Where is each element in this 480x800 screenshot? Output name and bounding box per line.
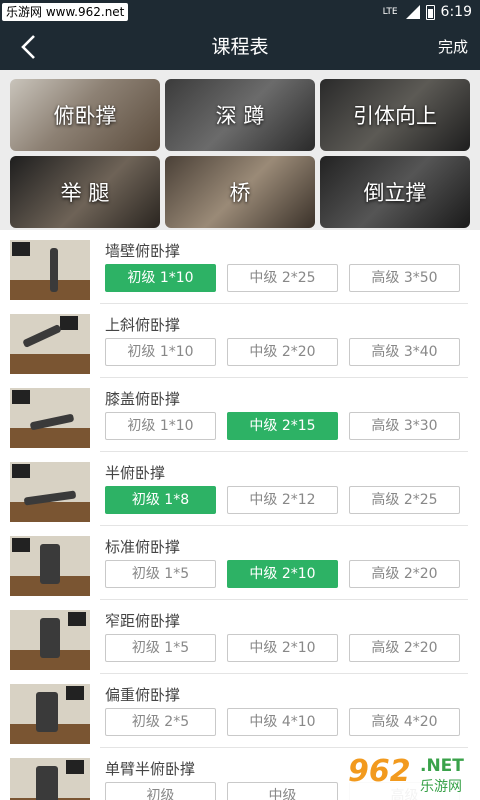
nav-bar: 课程表 完成 <box>0 24 480 70</box>
level-option-beginner[interactable]: 初级 1*10 <box>105 338 216 366</box>
exercise-name: 膝盖俯卧撑 <box>105 390 181 408</box>
category-tile-handstand[interactable]: 倒立撑 <box>320 156 470 228</box>
watermark-number: 962 <box>348 754 411 789</box>
level-option-advanced[interactable]: 高级 3*30 <box>349 412 460 440</box>
page-title: 课程表 <box>211 36 269 58</box>
level-option-intermediate[interactable]: 中级 <box>227 782 338 800</box>
list-item: 半俯卧撑 初级 1*8 中级 2*12 高级 2*25 <box>0 452 480 526</box>
level-option-beginner[interactable]: 初级 1*5 <box>105 560 216 588</box>
category-tile-bridge[interactable]: 桥 <box>165 156 315 228</box>
category-tile-pullup[interactable]: 引体向上 <box>320 79 470 151</box>
network-type: LTE <box>382 6 398 17</box>
category-label: 倒立撑 <box>363 181 427 205</box>
exercise-thumbnail <box>10 240 90 300</box>
level-option-beginner[interactable]: 初级 1*10 <box>105 264 216 292</box>
exercise-name: 半俯卧撑 <box>105 464 166 482</box>
category-tile-leg-raise[interactable]: 举 腿 <box>10 156 160 228</box>
exercise-thumbnail <box>10 462 90 522</box>
level-option-beginner[interactable]: 初级 2*5 <box>105 708 216 736</box>
category-tile-pushup[interactable]: 俯卧撑 <box>10 79 160 151</box>
exercise-list: 墙壁俯卧撑 初级 1*10 中级 2*25 高级 3*50 上斜俯卧撑 初级 1… <box>0 230 480 800</box>
level-option-beginner[interactable]: 初级 1*10 <box>105 412 216 440</box>
exercise-name: 偏重俯卧撑 <box>105 686 181 704</box>
level-option-intermediate[interactable]: 中级 2*12 <box>227 486 338 514</box>
back-arrow-icon[interactable] <box>16 34 42 60</box>
level-option-intermediate[interactable]: 中级 2*25 <box>227 264 338 292</box>
exercise-name: 上斜俯卧撑 <box>105 316 181 334</box>
category-tile-squat[interactable]: 深 蹲 <box>165 79 315 151</box>
category-grid: 俯卧撑 深 蹲 引体向上 举 腿 桥 倒立撑 <box>0 70 480 230</box>
exercise-thumbnail <box>10 388 90 448</box>
list-item: 偏重俯卧撑 初级 2*5 中级 4*10 高级 4*20 <box>0 674 480 748</box>
exercise-thumbnail <box>10 314 90 374</box>
level-option-advanced[interactable]: 高级 4*20 <box>349 708 460 736</box>
level-option-advanced[interactable]: 高级 2*25 <box>349 486 460 514</box>
battery-icon <box>425 4 435 20</box>
level-option-beginner[interactable]: 初级 1*8 <box>105 486 216 514</box>
list-item: 墙壁俯卧撑 初级 1*10 中级 2*25 高级 3*50 <box>0 230 480 304</box>
exercise-name: 窄距俯卧撑 <box>105 612 181 630</box>
level-option-advanced[interactable]: 高级 2*20 <box>349 560 460 588</box>
exercise-thumbnail <box>10 610 90 670</box>
watermark-net: .NET <box>420 756 464 776</box>
watermark-text: 乐游网 www.962.net <box>2 3 129 21</box>
exercise-name: 墙壁俯卧撑 <box>105 242 181 260</box>
category-label: 举 腿 <box>60 181 110 205</box>
level-option-advanced[interactable]: 高级 3*40 <box>349 338 460 366</box>
list-item: 标准俯卧撑 初级 1*5 中级 2*10 高级 2*20 <box>0 526 480 600</box>
level-option-beginner[interactable]: 初级 1*5 <box>105 634 216 662</box>
list-item: 膝盖俯卧撑 初级 1*10 中级 2*15 高级 3*30 <box>0 378 480 452</box>
watermark-label: 乐游网 <box>420 779 462 795</box>
level-option-beginner[interactable]: 初级 <box>105 782 216 800</box>
list-item: 窄距俯卧撑 初级 1*5 中级 2*10 高级 2*20 <box>0 600 480 674</box>
level-option-advanced[interactable]: 高级 2*20 <box>349 634 460 662</box>
exercise-thumbnail <box>10 684 90 744</box>
signal-icon <box>404 5 420 19</box>
category-label: 引体向上 <box>353 104 437 128</box>
level-option-intermediate[interactable]: 中级 4*10 <box>227 708 338 736</box>
clock: 6:19 <box>440 4 472 20</box>
status-bar: 乐游网 www.962.net LTE 6:19 <box>0 0 480 24</box>
exercise-thumbnail <box>10 536 90 596</box>
level-option-intermediate[interactable]: 中级 2*10 <box>227 634 338 662</box>
exercise-thumbnail <box>10 758 90 800</box>
category-label: 俯卧撑 <box>53 104 117 128</box>
exercise-name: 标准俯卧撑 <box>105 538 181 556</box>
list-item: 上斜俯卧撑 初级 1*10 中级 2*20 高级 3*40 <box>0 304 480 378</box>
exercise-name: 单臂半俯卧撑 <box>105 760 196 778</box>
category-label: 桥 <box>229 181 251 205</box>
done-button[interactable]: 完成 <box>438 24 468 70</box>
level-option-intermediate[interactable]: 中级 2*15 <box>227 412 338 440</box>
level-option-intermediate[interactable]: 中级 2*20 <box>227 338 338 366</box>
category-label: 深 蹲 <box>215 104 265 128</box>
level-option-advanced[interactable]: 高级 3*50 <box>349 264 460 292</box>
watermark-badge: 962 .NET 乐游网 <box>340 752 480 800</box>
level-option-intermediate[interactable]: 中级 2*10 <box>227 560 338 588</box>
